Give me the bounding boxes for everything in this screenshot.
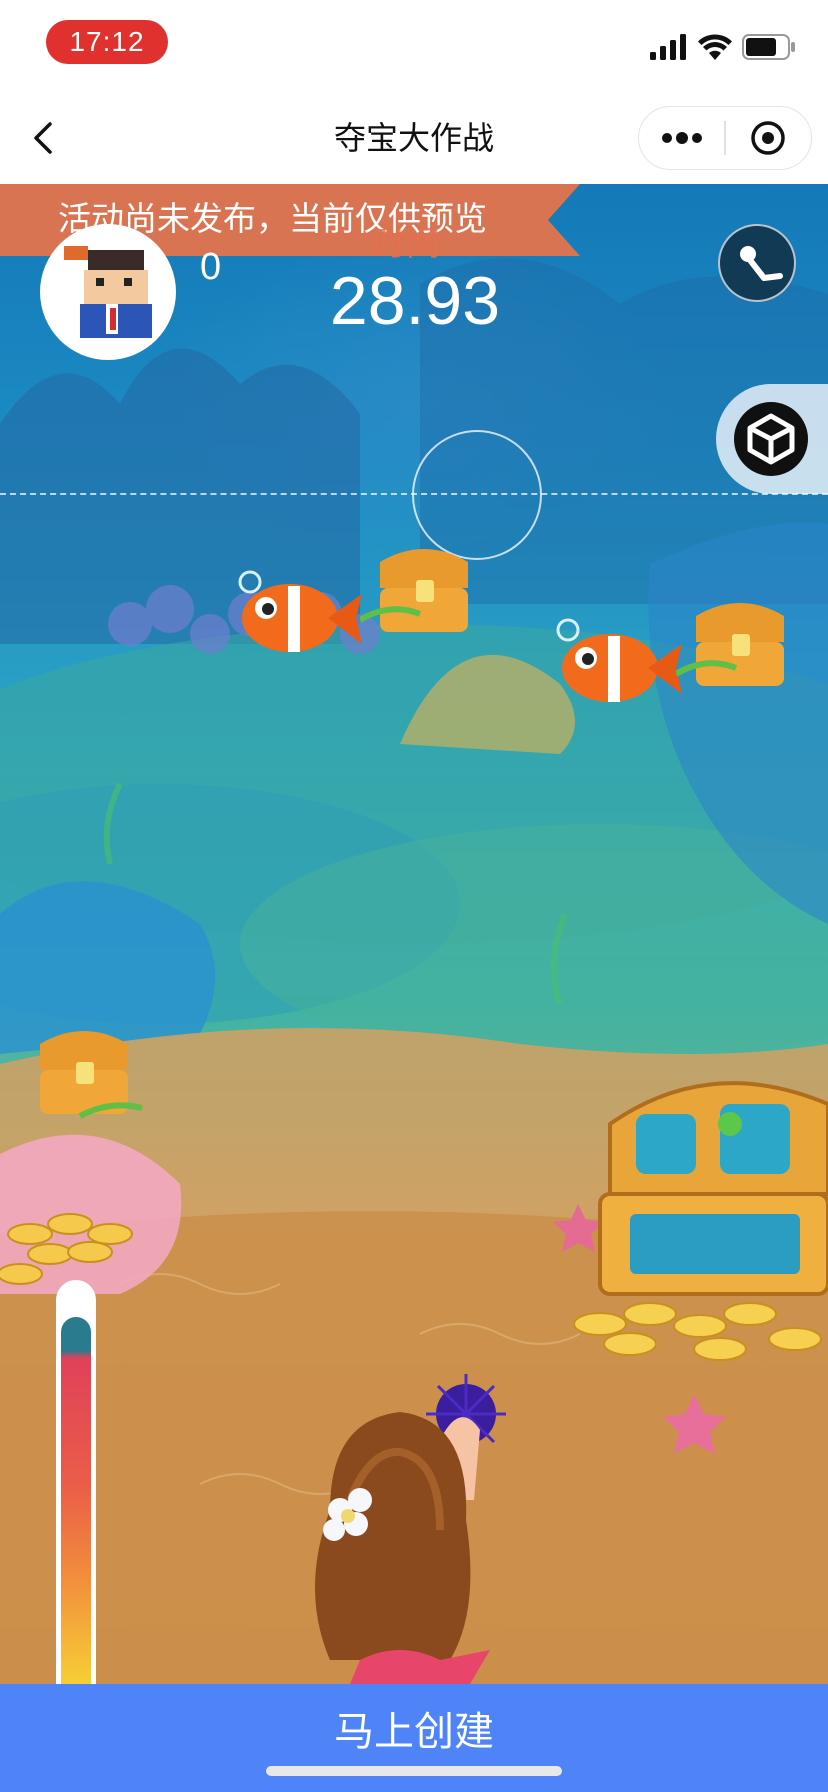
cellular-signal-icon — [650, 34, 686, 60]
clownfish[interactable] — [548, 610, 688, 720]
treasure-chest-target[interactable] — [360, 542, 490, 652]
status-icons — [650, 32, 796, 62]
battery-icon — [742, 34, 795, 60]
mermaid-player-character — [315, 1374, 506, 1684]
unity-launcher-button[interactable] — [716, 384, 828, 494]
clownfish[interactable] — [228, 560, 368, 670]
more-button[interactable] — [639, 107, 724, 169]
status-time: 17:12 — [46, 20, 168, 64]
target-circle-icon — [751, 121, 786, 155]
treasure-chest-decoration — [573, 1081, 828, 1361]
power-meter-fill — [61, 1317, 91, 1684]
countdown-timer: 28.93 — [329, 263, 501, 339]
nav-bar: 夺宝大作战 — [0, 92, 828, 184]
wifi-icon — [698, 34, 732, 60]
time-label: 时间 — [372, 224, 440, 264]
fishing-pole-icon — [740, 246, 783, 281]
score-value: 0 — [200, 246, 222, 288]
unity-logo-badge — [734, 402, 808, 476]
miniprogram-capsule — [638, 106, 812, 170]
treasure-chest-target[interactable] — [676, 596, 806, 706]
fishing-pole-button[interactable] — [718, 224, 796, 302]
power-meter — [56, 1280, 96, 1684]
close-miniprogram-button[interactable] — [726, 107, 811, 169]
more-dots-icon — [661, 132, 702, 144]
home-indicator — [266, 1766, 562, 1776]
game-scene[interactable]: 活动尚未发布，当前仅供预览 0 时间 28.93 — [0, 184, 828, 1684]
unity-logo-icon — [747, 413, 795, 465]
status-bar: 17:12 — [0, 0, 828, 92]
treasure-chest-target[interactable] — [20, 1024, 150, 1134]
aim-target-circle[interactable] — [412, 430, 542, 560]
